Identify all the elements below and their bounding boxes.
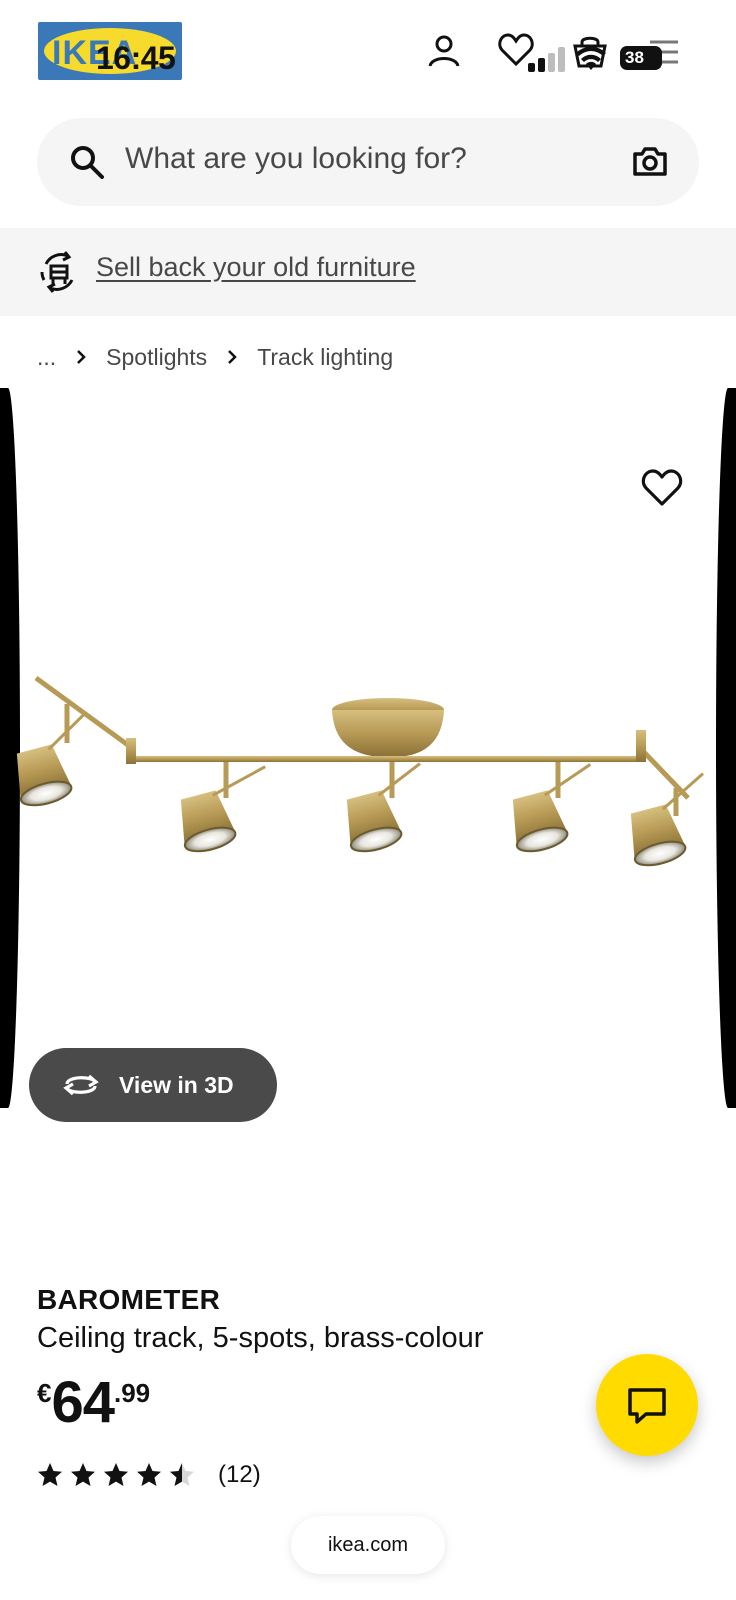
cellular-signal-icon xyxy=(528,46,568,72)
star-full-icon xyxy=(137,1463,161,1486)
wifi-icon xyxy=(574,42,608,72)
price-currency: € xyxy=(37,1378,52,1408)
header: IKEA 16:45 38 xyxy=(0,0,736,110)
product-image xyxy=(16,675,704,867)
product-description: Ceiling track, 5-spots, brass-colour xyxy=(37,1322,484,1354)
status-indicators: 38 xyxy=(522,40,672,74)
browser-url-pill[interactable]: ikea.com xyxy=(291,1516,445,1574)
status-time: 16:45 xyxy=(96,40,176,76)
search-icon xyxy=(69,144,105,180)
view-in-3d-label: View in 3D xyxy=(119,1071,234,1098)
breadcrumb-ellipsis[interactable]: ... xyxy=(37,344,56,371)
rotate-3d-icon xyxy=(63,1074,99,1096)
favourite-heart-icon[interactable] xyxy=(640,468,684,508)
product-rating[interactable]: (12) xyxy=(37,1460,261,1490)
product-gallery[interactable]: View in 3D xyxy=(0,388,736,1168)
star-full-icon xyxy=(104,1463,128,1486)
price-integer: 64 xyxy=(51,1370,115,1435)
star-full-icon xyxy=(71,1463,95,1486)
battery-indicator: 38 xyxy=(620,46,662,70)
view-in-3d-button[interactable]: View in 3D xyxy=(29,1048,277,1122)
breadcrumb: ... Spotlights Track lighting xyxy=(37,340,393,374)
star-half-icon xyxy=(170,1463,194,1486)
chat-button[interactable] xyxy=(596,1354,698,1456)
chevron-right-icon xyxy=(228,350,237,364)
product-name: BAROMETER xyxy=(37,1284,221,1315)
chevron-right-icon xyxy=(77,350,86,364)
price-decimal: .99 xyxy=(113,1378,151,1408)
star-full-icon xyxy=(38,1463,62,1486)
buyback-icon xyxy=(38,250,80,294)
sell-back-link[interactable]: Sell back your old furniture xyxy=(96,252,416,283)
sell-back-banner: Sell back your old furniture xyxy=(0,228,736,316)
breadcrumb-track-lighting[interactable]: Track lighting xyxy=(257,344,393,371)
product-price: € 64 .99 xyxy=(37,1370,150,1440)
search-input[interactable]: What are you looking for? xyxy=(125,142,467,176)
camera-icon[interactable] xyxy=(631,142,669,180)
breadcrumb-spotlights[interactable]: Spotlights xyxy=(106,344,207,371)
rating-count: (12) xyxy=(218,1461,261,1488)
chat-icon xyxy=(628,1388,666,1424)
search-bar[interactable]: What are you looking for? xyxy=(37,118,699,206)
profile-icon[interactable] xyxy=(424,32,464,72)
